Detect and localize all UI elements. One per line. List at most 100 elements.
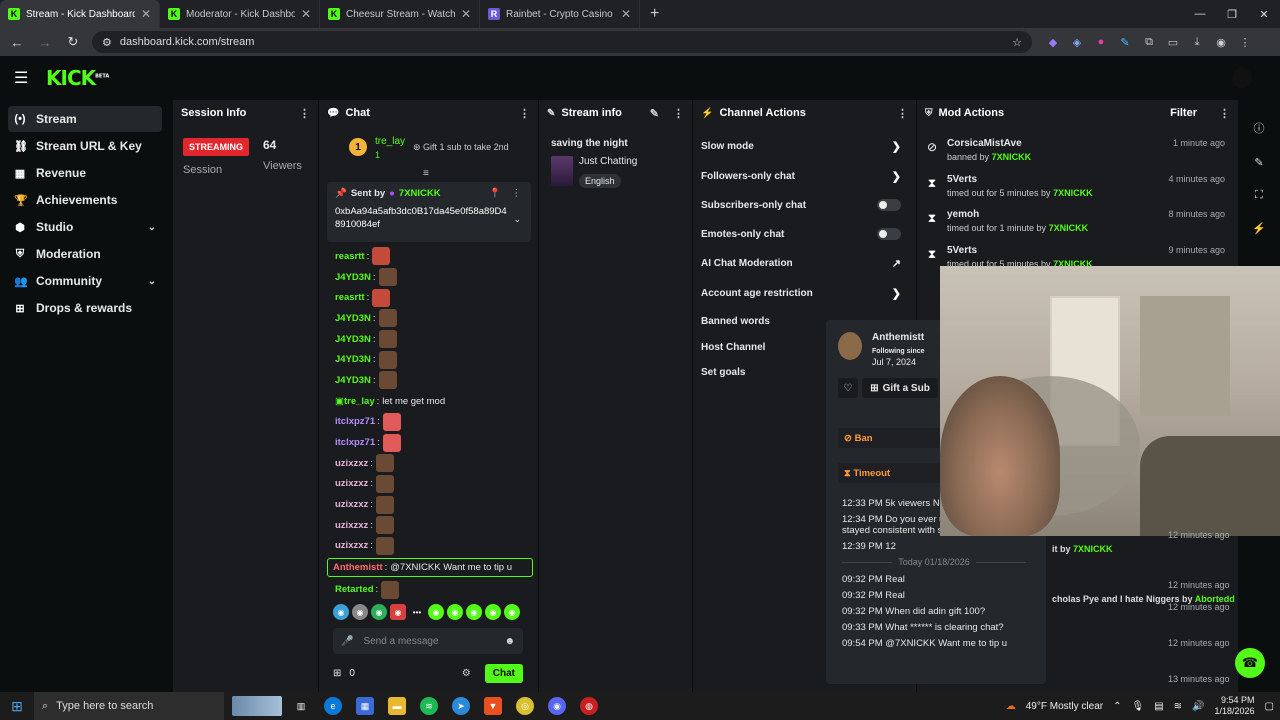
chat-message[interactable]: ▣ tre_lay: let me get mod — [327, 391, 533, 412]
collapse-icon[interactable]: ≡ — [423, 168, 429, 179]
store-icon[interactable]: ▦ — [356, 697, 374, 715]
chat-username[interactable]: uzixzxz — [335, 520, 368, 531]
chevron-right-icon[interactable]: ❯ — [892, 287, 901, 300]
menu-icon[interactable]: ⋮ — [1238, 35, 1252, 49]
emote-icon[interactable]: ◉ — [390, 604, 406, 620]
mod-action-user[interactable]: 5Verts — [947, 174, 977, 185]
chat-message[interactable]: reasrtt: — [327, 287, 533, 308]
top-gifter[interactable]: tre_lay — [375, 136, 405, 147]
wifi-icon[interactable]: ≋ — [1174, 701, 1182, 712]
puzzle-icon[interactable]: ⧉ — [1142, 35, 1156, 49]
channel-action-slow-mode[interactable]: Slow mode ❯ — [701, 140, 901, 153]
chat-message[interactable]: J4YD3N: — [327, 267, 533, 288]
chat-username[interactable]: J4YD3N — [335, 313, 371, 324]
close-tab-icon[interactable]: ✕ — [301, 7, 311, 21]
close-tab-icon[interactable]: ✕ — [461, 7, 471, 21]
mic-icon[interactable]: 🎙 — [1132, 701, 1145, 712]
brave-icon[interactable]: ▼ — [484, 697, 502, 715]
gift-sub-button[interactable]: ⊞ Gift a Sub — [862, 378, 938, 398]
emote-icon[interactable]: ◉ — [504, 604, 520, 620]
emote-icon[interactable]: ◉ — [485, 604, 501, 620]
bookmark-star-icon[interactable]: ☆ — [1012, 36, 1022, 49]
chat-username[interactable]: uzixzxz — [335, 540, 368, 551]
emote-icon[interactable]: ◉ — [352, 604, 368, 620]
more-icon[interactable]: ⋮ — [673, 107, 684, 120]
chevron-right-icon[interactable]: ❯ — [892, 170, 901, 183]
chat-message[interactable]: reasrtt: — [327, 246, 533, 267]
emote-icon[interactable]: ◉ — [428, 604, 444, 620]
obs-icon[interactable]: ◍ — [580, 697, 598, 715]
close-tab-icon[interactable]: ✕ — [141, 7, 151, 21]
chat-input[interactable]: 🎤 Send a message ☻ — [333, 628, 523, 654]
network-icon[interactable]: ▤ — [1154, 701, 1163, 712]
chat-message[interactable]: uzixzxz: — [327, 515, 533, 536]
chat-message[interactable]: J4YD3N: — [327, 308, 533, 329]
chevron-down-icon[interactable]: ⌄ — [513, 214, 521, 225]
emoji-icon[interactable]: ☻ — [504, 636, 515, 647]
taskview-icon[interactable]: ▥ — [292, 697, 310, 715]
extension-icon[interactable]: ✎ — [1118, 35, 1132, 49]
close-tab-icon[interactable]: ✕ — [621, 7, 631, 21]
emote-icon[interactable]: ◉ — [333, 604, 349, 620]
extension-icon[interactable]: ◆ — [1046, 35, 1060, 49]
points-icon[interactable]: ⊞ — [333, 668, 341, 679]
chat-username[interactable]: uzixzxz — [335, 458, 368, 469]
chat-username[interactable]: Anthemistt — [333, 562, 383, 573]
windows-start-icon[interactable]: ⊞ — [0, 698, 34, 715]
chat-message[interactable]: uzixzxz: — [327, 494, 533, 515]
close-window-icon[interactable]: ✕ — [1248, 0, 1280, 28]
chat-username[interactable]: reasrtt — [335, 292, 365, 303]
clock[interactable]: 9:54 PM 1/18/2026 — [1215, 695, 1255, 717]
sidebar-item-achievements[interactable]: 🏆 Achievements — [8, 187, 162, 213]
chat-username[interactable]: tre_lay — [344, 396, 375, 407]
more-icon[interactable]: ⋮ — [512, 188, 522, 199]
telegram-icon[interactable]: ➤ — [452, 697, 470, 715]
channel-action-ai-chat-moderation[interactable]: AI Chat Moderation ↗ — [701, 257, 901, 270]
crop-icon[interactable]: ⛶ — [1238, 189, 1280, 202]
edit-icon[interactable]: ✎ — [650, 107, 659, 120]
browser-tab[interactable]: K Stream - Kick Dashboard ✕ — [0, 0, 160, 28]
mod-action-user[interactable]: CorsicaMistAve — [947, 138, 1022, 149]
mod-action-by[interactable]: 7XNICKK — [1073, 544, 1113, 554]
notifications-icon[interactable]: ▢ — [1265, 701, 1274, 712]
pinned-user[interactable]: 7XNICKK — [399, 188, 441, 199]
chat-username[interactable]: reasrtt — [335, 251, 365, 262]
weather-text[interactable]: 49°F Mostly clear — [1026, 701, 1103, 712]
mod-action-entry[interactable]: ⧗ 5Verts timed out for 5 minutes by 7XNICK… — [925, 174, 1225, 204]
emote-icon[interactable]: ◉ — [466, 604, 482, 620]
site-info-icon[interactable]: ⚙ — [102, 36, 112, 49]
chat-username[interactable]: uzixzxz — [335, 478, 368, 489]
toggle-switch[interactable] — [877, 228, 901, 240]
chat-message[interactable]: J4YD3N: — [327, 370, 533, 391]
mod-action-by[interactable]: 7XNICKK — [992, 152, 1032, 162]
channel-action-account-age-restriction[interactable]: Account age restriction ❯ — [701, 287, 901, 300]
edit-icon[interactable]: ✎ — [1238, 156, 1280, 169]
channel-action-followers-only-chat[interactable]: Followers-only chat ❯ — [701, 170, 901, 183]
chat-username[interactable]: J4YD3N — [335, 354, 371, 365]
sidebar-item-studio[interactable]: ⬢ Studio ⌄ — [8, 214, 162, 240]
chat-message[interactable]: J4YD3N: — [327, 349, 533, 370]
heart-icon[interactable]: ♡ — [838, 378, 858, 398]
chat-message[interactable]: uzixzxz: — [327, 474, 533, 495]
more-icon[interactable]: ⋮ — [1219, 107, 1230, 120]
chat-message[interactable]: uzixzxz: — [327, 536, 533, 557]
file-explorer-icon[interactable]: ▬ — [388, 697, 406, 715]
unpin-icon[interactable]: 📍 — [489, 188, 501, 199]
browser-tab[interactable]: R Rainbet - Crypto Casino & Spo ✕ — [480, 0, 640, 28]
chevron-right-icon[interactable]: ❯ — [892, 140, 901, 153]
more-icon[interactable]: ⋮ — [519, 107, 530, 120]
download-icon[interactable]: ⤓ — [1190, 35, 1204, 49]
send-chat-button[interactable]: Chat — [484, 663, 523, 683]
extension-icon[interactable]: ◈ — [1070, 35, 1084, 49]
external-link-icon[interactable]: ↗ — [892, 257, 901, 270]
sidebar-item-revenue[interactable]: ▦ Revenue — [8, 160, 162, 186]
chat-username[interactable]: itclxpz71 — [335, 437, 375, 448]
sidebar-item-stream[interactable]: (•) Stream — [8, 106, 162, 132]
chevron-down-icon[interactable]: ⌄ — [148, 276, 156, 287]
chat-username[interactable]: uzixzxz — [335, 499, 368, 510]
chat-message[interactable]: itclxpz71: — [327, 432, 533, 453]
profile-icon[interactable]: ◉ — [1214, 35, 1228, 49]
bolt-icon[interactable]: ⚡ — [1238, 222, 1280, 235]
toggle-switch[interactable] — [877, 199, 901, 211]
gift-prompt[interactable]: ⊛ Gift 1 sub to take 2nd — [413, 142, 509, 153]
